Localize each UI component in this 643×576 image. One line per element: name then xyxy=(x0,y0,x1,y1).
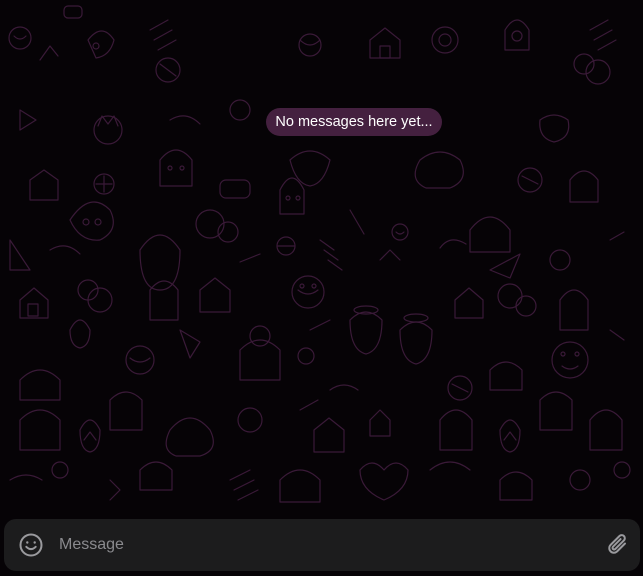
chat-window: No messages here yet... xyxy=(0,0,643,576)
paperclip-icon[interactable] xyxy=(605,532,631,558)
smiley-icon[interactable] xyxy=(18,532,44,558)
message-input[interactable] xyxy=(56,527,592,563)
message-composer xyxy=(4,519,640,571)
empty-chat-notice: No messages here yet... xyxy=(266,108,442,136)
doodle-wallpaper xyxy=(0,0,643,576)
